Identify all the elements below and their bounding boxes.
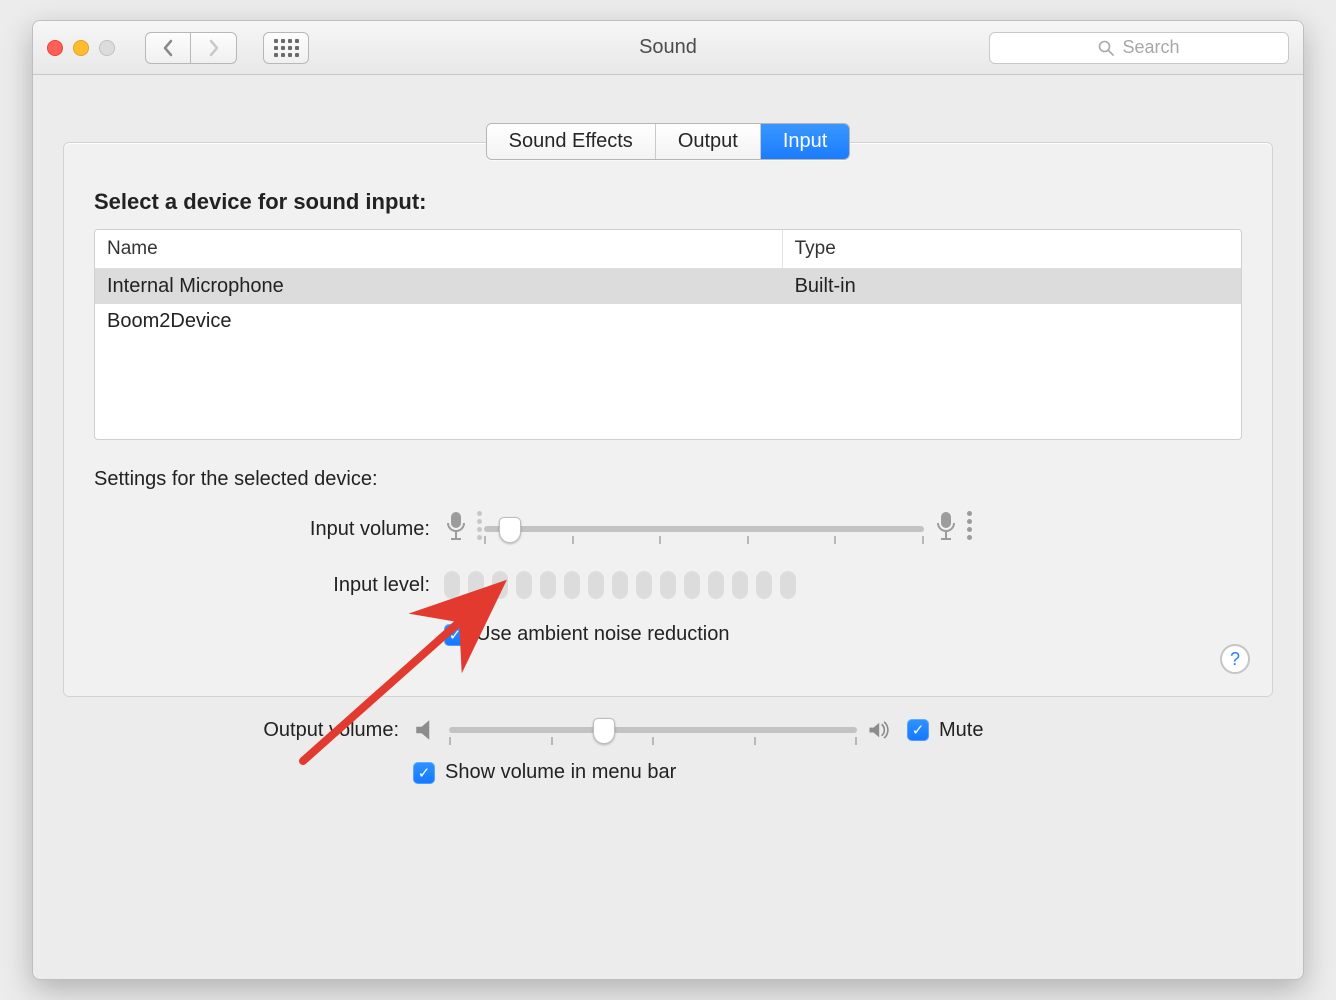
output-volume-slider[interactable]: [449, 715, 857, 745]
minimize-icon[interactable]: [73, 40, 89, 56]
back-button[interactable]: [145, 32, 191, 64]
window-controls: [47, 40, 115, 56]
footer: Output volume: ✓ Mute ✓ Show volume in m…: [33, 697, 1303, 818]
noise-reduction-checkbox[interactable]: ✓: [444, 624, 466, 646]
tab-output[interactable]: Output: [656, 124, 761, 159]
noise-reduction-row: ✓ Use ambient noise reduction: [94, 623, 1242, 646]
mic-low-icon: [444, 511, 474, 547]
device-type: Built-in: [783, 269, 1241, 304]
mic-high-icon: [934, 511, 964, 547]
input-level-meter: [444, 571, 796, 599]
titlebar: Sound Search: [33, 21, 1303, 75]
content: Sound Effects Output Input Select a devi…: [33, 123, 1303, 697]
device-list-heading: Select a device for sound input:: [94, 189, 1242, 215]
table-row[interactable]: Boom2Device: [95, 304, 1241, 339]
tab-sound-effects[interactable]: Sound Effects: [487, 124, 656, 159]
nav-buttons: [145, 32, 237, 64]
mute-label: Mute: [939, 719, 983, 742]
forward-button[interactable]: [191, 32, 237, 64]
search-icon: [1098, 40, 1114, 56]
device-type: [783, 304, 1241, 339]
zoom-icon: [99, 40, 115, 56]
device-table: Name Type Internal Microphone Built-in B…: [94, 229, 1242, 440]
sound-prefs-window: Sound Search Sound Effects Output Input …: [32, 20, 1304, 980]
search-field[interactable]: Search: [989, 32, 1289, 64]
table-row[interactable]: Internal Microphone Built-in: [95, 269, 1241, 304]
speaker-low-icon: [413, 717, 439, 743]
device-name: Internal Microphone: [95, 269, 783, 304]
col-name[interactable]: Name: [95, 230, 783, 268]
tab-input[interactable]: Input: [761, 124, 849, 159]
device-name: Boom2Device: [95, 304, 783, 339]
show-all-button[interactable]: [263, 32, 309, 64]
col-type[interactable]: Type: [783, 230, 1241, 268]
input-level-label: Input level:: [94, 574, 444, 597]
close-icon[interactable]: [47, 40, 63, 56]
table-header: Name Type: [95, 230, 1241, 269]
show-volume-checkbox[interactable]: ✓: [413, 762, 435, 784]
mute-checkbox[interactable]: ✓: [907, 719, 929, 741]
input-volume-slider[interactable]: [484, 514, 924, 544]
grid-icon: [274, 39, 299, 57]
search-placeholder: Search: [1122, 37, 1179, 58]
output-volume-label: Output volume:: [63, 719, 413, 742]
show-volume-label: Show volume in menu bar: [445, 761, 676, 784]
input-level-row: Input level:: [94, 571, 1242, 599]
input-volume-label: Input volume:: [94, 518, 444, 541]
noise-reduction-label: Use ambient noise reduction: [476, 623, 729, 646]
input-volume-row: Input volume:: [94, 511, 1242, 547]
help-button[interactable]: ?: [1220, 644, 1250, 674]
input-panel: Select a device for sound input: Name Ty…: [63, 142, 1273, 697]
speaker-high-icon: [867, 717, 893, 743]
tabbar: Sound Effects Output Input: [63, 123, 1273, 160]
device-settings-heading: Settings for the selected device:: [94, 468, 1242, 491]
